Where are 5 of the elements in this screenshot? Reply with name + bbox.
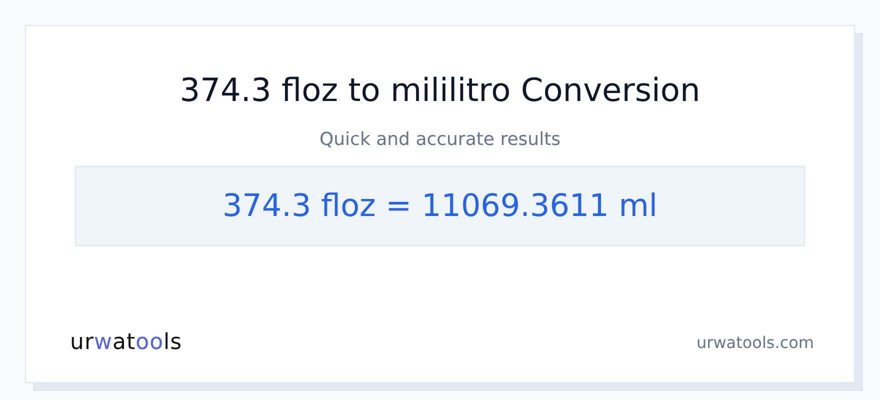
subtitle: Quick and accurate results bbox=[319, 128, 561, 152]
logo[interactable]: urwatools bbox=[70, 330, 182, 355]
result-box: 374.3 floz = 11069.3611 ml bbox=[75, 166, 805, 246]
site-link[interactable]: urwatools.com bbox=[696, 333, 814, 352]
page-title: 374.3 floz to mililitro Conversion bbox=[180, 70, 700, 111]
